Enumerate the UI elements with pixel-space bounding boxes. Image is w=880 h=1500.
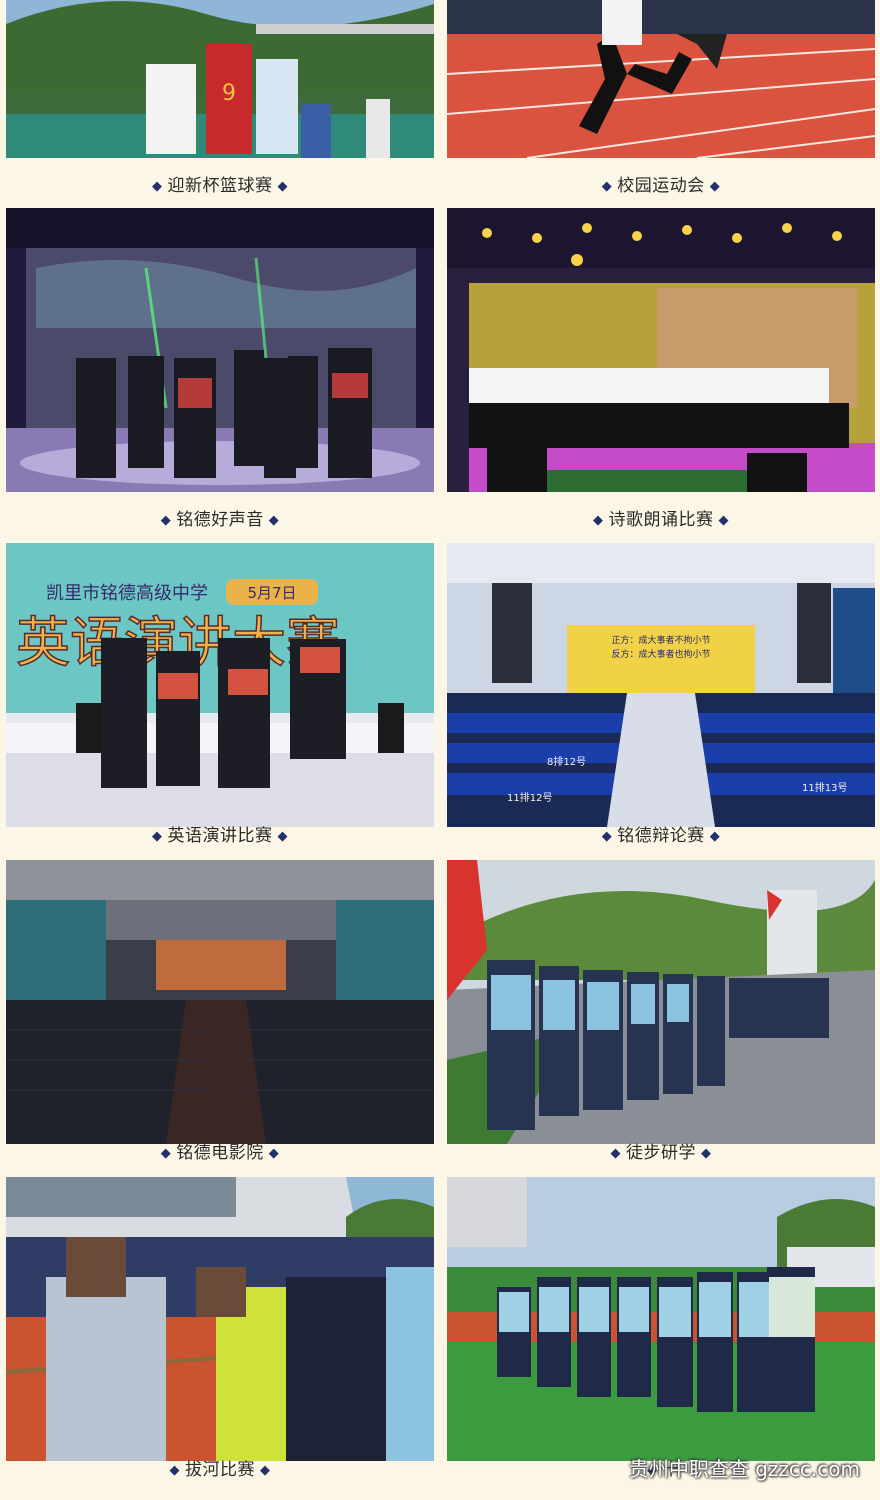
diamond-left-icon: ◆ [601, 179, 613, 194]
diamond-right-icon: ◆ [718, 513, 729, 528]
jersey-number: 9 [222, 81, 236, 106]
photo-sports-meet[interactable] [447, 0, 875, 158]
card-english-speech[interactable]: 凯里市铭德高级中学 5月7日 英语演讲大赛 ◆ 英语演讲比赛 ◆ [6, 543, 434, 860]
caption-basketball: ◆ 迎新杯篮球赛 ◆ [6, 171, 434, 196]
diamond-left-icon: ◆ [152, 179, 163, 194]
diamond-left-icon: ◆ [160, 1146, 172, 1161]
caption-hiking: ◆ 徒步研学 ◆ [447, 1138, 875, 1163]
diamond-left-icon: ◆ [610, 1146, 621, 1161]
diamond-left-icon: ◆ [593, 513, 604, 528]
caption-text: 拔河比赛 [185, 1460, 255, 1480]
caption-singing: ◆ 铭德好声音 ◆ [6, 505, 434, 530]
caption-cinema: ◆ 铭德电影院 ◆ [6, 1138, 434, 1163]
banner-school-name: 凯里市铭德高级中学 [46, 583, 208, 604]
card-poetry[interactable]: ◆ 诗歌朗诵比赛 ◆ [447, 208, 875, 530]
diamond-left-icon: ◆ [160, 513, 172, 528]
seat-label-2: 11排12号 [507, 791, 552, 804]
banner-date: 5月7日 [247, 584, 296, 602]
card-singing[interactable]: ◆ 铭德好声音 ◆ [6, 208, 434, 530]
caption-english-speech: ◆ 英语演讲比赛 ◆ [6, 821, 434, 846]
caption-text: 铭德电影院 [176, 1143, 264, 1163]
photo-tug-of-war[interactable] [6, 1177, 434, 1461]
diamond-left-icon: ◆ [601, 829, 613, 844]
diamond-right-icon: ◆ [277, 829, 288, 844]
caption-poetry: ◆ 诗歌朗诵比赛 ◆ [447, 505, 875, 530]
photo-english-speech[interactable]: 凯里市铭德高级中学 5月7日 英语演讲大赛 [6, 543, 434, 827]
caption-text: 校园运动会 [617, 176, 705, 196]
card-cinema[interactable]: ◆ 铭德电影院 ◆ [6, 860, 434, 1177]
seat-label-1: 8排12号 [547, 755, 586, 768]
card-basketball[interactable]: 9 ◆ 迎新杯篮球赛 ◆ [6, 0, 434, 196]
caption-debate: ◆ 铭德辩论赛 ◆ [447, 821, 875, 846]
diamond-right-icon: ◆ [709, 829, 721, 844]
diamond-right-icon: ◆ [260, 1463, 271, 1478]
photo-singing[interactable] [6, 208, 434, 492]
debate-screen-negative: 反方：成大事者也拘小节 [611, 648, 710, 660]
diamond-left-icon: ◆ [152, 829, 163, 844]
card-hiking[interactable]: ◆ 徒步研学 ◆ [447, 860, 875, 1177]
debate-screen-affirmative: 正方：成大事者不拘小节 [611, 634, 710, 646]
caption-text: 迎新杯篮球赛 [167, 176, 273, 196]
photo-hiking[interactable] [447, 860, 875, 1144]
photo-poetry[interactable] [447, 208, 875, 492]
diamond-right-icon: ◆ [701, 1146, 712, 1161]
diamond-left-icon: ◆ [169, 1463, 180, 1478]
diamond-right-icon: ◆ [277, 179, 288, 194]
caption-text: 诗歌朗诵比赛 [608, 510, 714, 530]
caption-text: 铭德好声音 [176, 510, 264, 530]
card-debate[interactable]: 正方：成大事者不拘小节 反方：成大事者也拘小节 8排12号 11排12号 11排… [447, 543, 875, 860]
photo-cinema[interactable] [6, 860, 434, 1144]
diamond-right-icon: ◆ [268, 513, 280, 528]
card-ten-legged-race[interactable]: ◆ 十 [447, 1177, 875, 1494]
caption-text: 英语演讲比赛 [167, 826, 273, 846]
site-watermark: 贵州中职查查 gzzcc.com [628, 1457, 860, 1481]
caption-text: 徒步研学 [626, 1143, 696, 1163]
caption-text: 铭德辩论赛 [617, 826, 705, 846]
card-tug-of-war[interactable]: ◆ 拔河比赛 ◆ [6, 1177, 434, 1494]
diamond-right-icon: ◆ [268, 1146, 280, 1161]
caption-tug-of-war: ◆ 拔河比赛 ◆ [6, 1455, 434, 1480]
photo-debate[interactable]: 正方：成大事者不拘小节 反方：成大事者也拘小节 8排12号 11排12号 11排… [447, 543, 875, 827]
photo-ten-legged-race[interactable] [447, 1177, 875, 1461]
card-sports-meet[interactable]: ◆ 校园运动会 ◆ [447, 0, 875, 196]
photo-basketball[interactable]: 9 [6, 0, 434, 158]
activities-grid: 9 ◆ 迎新杯篮球赛 ◆ ◆ 校园运动会 ◆ ◆ 铭德好声音 ◆ ◆ 诗歌朗诵比… [0, 0, 880, 1500]
seat-label-3: 11排13号 [802, 781, 847, 794]
caption-sports-meet: ◆ 校园运动会 ◆ [447, 171, 875, 196]
diamond-right-icon: ◆ [709, 179, 721, 194]
